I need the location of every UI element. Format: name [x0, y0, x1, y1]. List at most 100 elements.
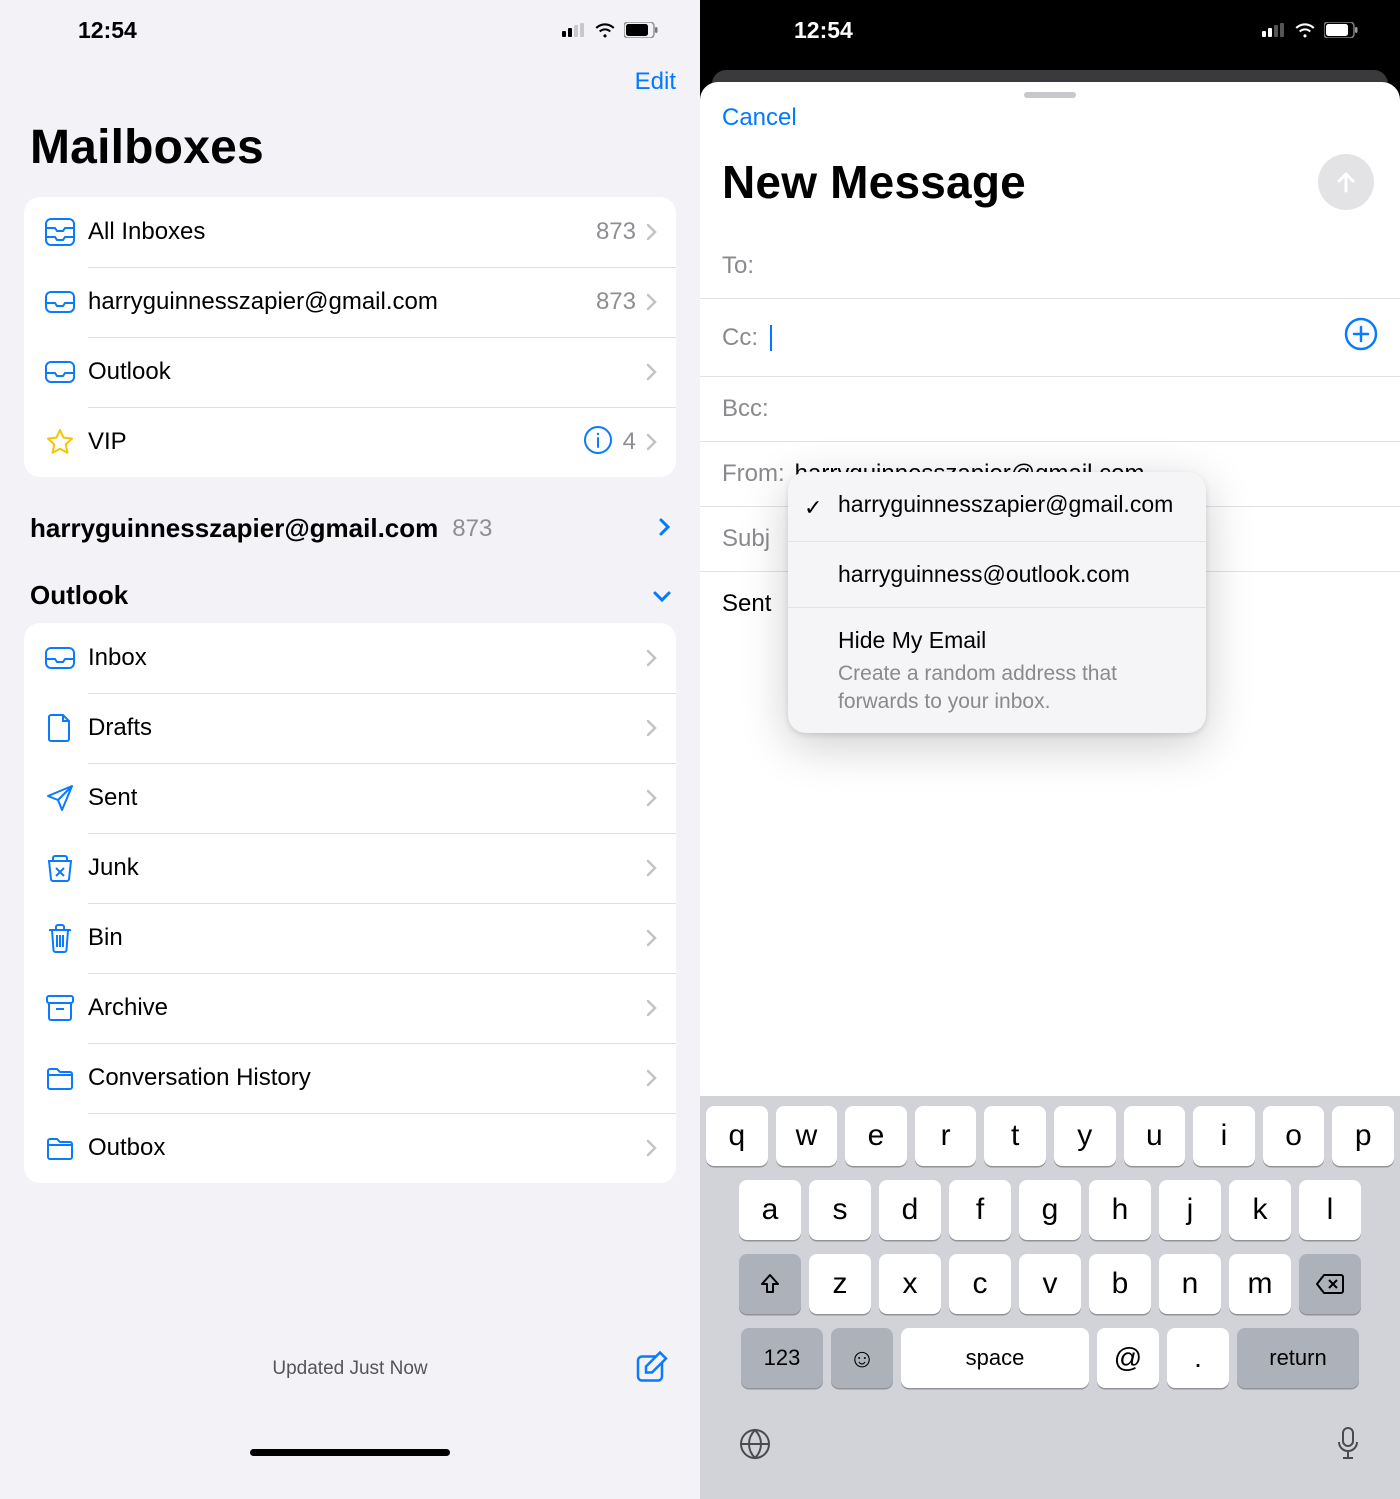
emoji-key[interactable]: ☺ — [831, 1328, 893, 1388]
account-label: Outlook — [30, 580, 128, 611]
key-f[interactable]: f — [949, 1180, 1011, 1240]
account-section-gmail[interactable]: harryguinnesszapier@gmail.com 873 — [0, 505, 700, 556]
mailbox-label: harryguinnesszapier@gmail.com — [88, 288, 596, 316]
from-label: From: — [722, 460, 785, 488]
key-h[interactable]: h — [1089, 1180, 1151, 1240]
key-d[interactable]: d — [879, 1180, 941, 1240]
key-x[interactable]: x — [879, 1254, 941, 1314]
bcc-field[interactable]: Bcc: — [700, 377, 1400, 442]
account-label: harryguinnesszapier@gmail.com — [30, 513, 438, 544]
cancel-button[interactable]: Cancel — [722, 104, 797, 131]
folder-inbox[interactable]: Inbox — [24, 623, 676, 693]
key-t[interactable]: t — [984, 1106, 1046, 1166]
key-p[interactable]: p — [1332, 1106, 1394, 1166]
folder-icon — [38, 1065, 82, 1091]
send-button[interactable] — [1318, 154, 1374, 210]
paperplane-icon — [38, 783, 82, 813]
chevron-right-icon — [646, 1069, 658, 1087]
key-w[interactable]: w — [776, 1106, 838, 1166]
to-field[interactable]: To: — [700, 234, 1400, 299]
return-key[interactable]: return — [1237, 1328, 1359, 1388]
chevron-right-icon — [646, 929, 658, 947]
inbox-icon — [38, 646, 82, 670]
toolbar: Updated Just Now — [0, 1329, 700, 1499]
folder-label: Sent — [88, 784, 646, 812]
mailbox-gmail[interactable]: harryguinnesszapier@gmail.com 873 — [24, 267, 676, 337]
chevron-down-icon — [652, 580, 672, 611]
folder-bin[interactable]: Bin — [24, 903, 676, 973]
key-a[interactable]: a — [739, 1180, 801, 1240]
account-count: 873 — [452, 515, 492, 543]
chevron-right-icon — [646, 433, 658, 451]
chevron-right-icon — [646, 223, 658, 241]
key-n[interactable]: n — [1159, 1254, 1221, 1314]
wifi-icon — [1294, 22, 1316, 38]
folder-conversation-history[interactable]: Conversation History — [24, 1043, 676, 1113]
key-o[interactable]: o — [1263, 1106, 1325, 1166]
numbers-key[interactable]: 123 — [741, 1328, 823, 1388]
cc-field[interactable]: Cc: — [700, 299, 1400, 377]
key-q[interactable]: q — [706, 1106, 768, 1166]
wifi-icon — [594, 22, 616, 38]
folder-drafts[interactable]: Drafts — [24, 693, 676, 763]
mailbox-vip[interactable]: VIP 4 — [24, 407, 676, 477]
info-icon[interactable] — [583, 425, 613, 460]
from-option-sub: Create a random address that forwards to… — [838, 660, 1188, 715]
mailbox-count: 4 — [623, 428, 636, 456]
mailbox-label: Outlook — [88, 358, 646, 386]
folder-sent[interactable]: Sent — [24, 763, 676, 833]
mailbox-count: 873 — [596, 218, 636, 246]
key-l[interactable]: l — [1299, 1180, 1361, 1240]
cellular-icon — [562, 23, 586, 37]
shift-key[interactable] — [739, 1254, 801, 1314]
key-v[interactable]: v — [1019, 1254, 1081, 1314]
dot-key[interactable]: . — [1167, 1328, 1229, 1388]
compose-title: New Message — [722, 155, 1026, 209]
key-c[interactable]: c — [949, 1254, 1011, 1314]
key-r[interactable]: r — [915, 1106, 977, 1166]
trash-icon — [38, 922, 82, 954]
key-e[interactable]: e — [845, 1106, 907, 1166]
key-j[interactable]: j — [1159, 1180, 1221, 1240]
key-m[interactable]: m — [1229, 1254, 1291, 1314]
at-key[interactable]: @ — [1097, 1328, 1159, 1388]
from-option-hide-email[interactable]: Hide My Email Create a random address th… — [788, 608, 1206, 732]
folder-junk[interactable]: Junk — [24, 833, 676, 903]
inbox-icon — [38, 360, 82, 384]
folder-archive[interactable]: Archive — [24, 973, 676, 1043]
chevron-right-icon — [646, 1139, 658, 1157]
chevron-right-icon — [646, 999, 658, 1017]
folder-label: Conversation History — [88, 1064, 646, 1092]
key-b[interactable]: b — [1089, 1254, 1151, 1314]
status-icons — [562, 22, 658, 38]
key-s[interactable]: s — [809, 1180, 871, 1240]
keyboard: q w e r t y u i o p a s d f g h j k l — [700, 1096, 1400, 1499]
account-section-outlook[interactable]: Outlook — [0, 556, 700, 623]
keyboard-bottom — [706, 1402, 1394, 1499]
edit-button[interactable]: Edit — [635, 68, 676, 96]
key-k[interactable]: k — [1229, 1180, 1291, 1240]
key-z[interactable]: z — [809, 1254, 871, 1314]
battery-icon — [1324, 22, 1358, 38]
keyboard-row3: z x c v b n m — [706, 1254, 1394, 1314]
to-label: To: — [722, 252, 754, 280]
space-key[interactable]: space — [901, 1328, 1089, 1388]
from-option-gmail[interactable]: ✓ harryguinnesszapier@gmail.com — [788, 472, 1206, 542]
from-option-outlook[interactable]: harryguinness@outlook.com — [788, 542, 1206, 609]
add-contact-button[interactable] — [1344, 317, 1378, 358]
doc-icon — [38, 713, 82, 743]
backspace-key[interactable] — [1299, 1254, 1361, 1314]
mailbox-outlook[interactable]: Outlook — [24, 337, 676, 407]
key-u[interactable]: u — [1124, 1106, 1186, 1166]
key-y[interactable]: y — [1054, 1106, 1116, 1166]
key-i[interactable]: i — [1193, 1106, 1255, 1166]
folder-outbox[interactable]: Outbox — [24, 1113, 676, 1183]
key-g[interactable]: g — [1019, 1180, 1081, 1240]
mailbox-all-inboxes[interactable]: All Inboxes 873 — [24, 197, 676, 267]
globe-icon[interactable] — [738, 1427, 772, 1466]
chevron-right-icon — [646, 649, 658, 667]
all-inboxes-icon — [38, 217, 82, 247]
mic-icon[interactable] — [1334, 1426, 1362, 1467]
body-preview: Sent — [722, 590, 771, 617]
compose-button[interactable] — [634, 1349, 670, 1390]
